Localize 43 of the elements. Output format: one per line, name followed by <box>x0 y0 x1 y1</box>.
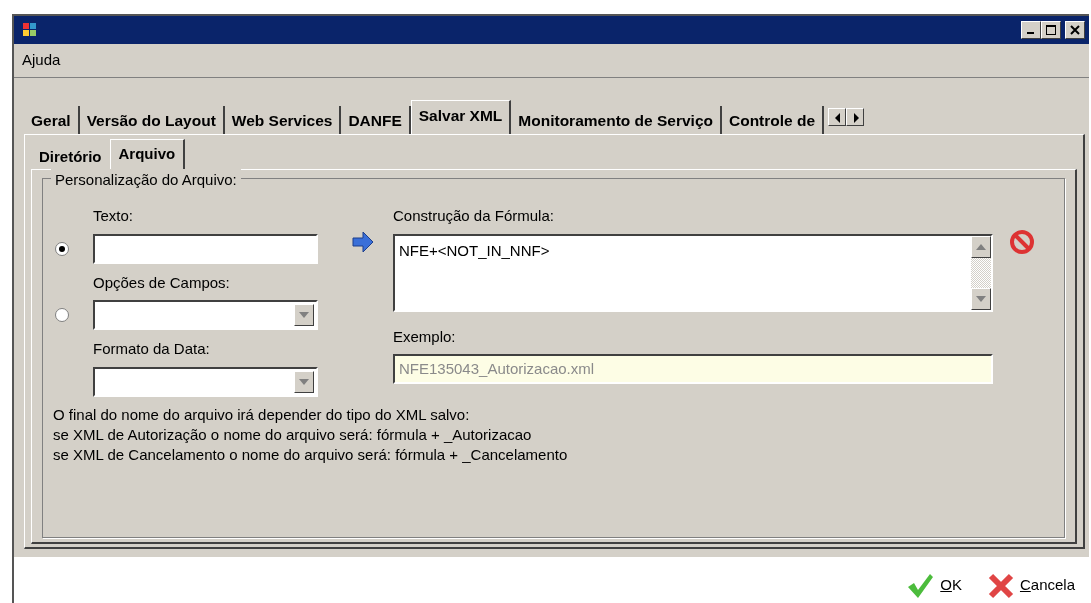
tab[interactable]: Controle de <box>722 106 825 134</box>
close-button[interactable] <box>1065 21 1085 39</box>
text-field[interactable] <box>93 233 318 264</box>
tab[interactable]: Web Services <box>224 106 342 134</box>
note-text: se XML de Autorização o nome do arquivo será: fórmula + _Autorizacao <box>53 424 533 445</box>
dropdown-field[interactable] <box>93 366 318 397</box>
scroll-up-icon <box>976 243 986 250</box>
scroll-down-icon <box>976 295 986 302</box>
menu-item[interactable]: Ajuda <box>22 49 61 72</box>
scroll-right-button[interactable] <box>846 108 865 126</box>
minimize-button[interactable] <box>1021 21 1041 39</box>
app-icon <box>22 22 38 38</box>
dropdown-arrow-icon <box>299 378 309 385</box>
cancel-button[interactable]: Cancela <box>987 572 1075 599</box>
formula-text: NFE+<NOT_IN_NNF> <box>398 240 551 261</box>
radio-button[interactable] <box>55 241 69 256</box>
tab[interactable]: Versão do Layout <box>79 106 225 134</box>
tab[interactable]: Salvar XML <box>410 100 512 134</box>
tab[interactable]: Geral <box>24 106 80 134</box>
check-icon <box>906 572 935 599</box>
tab[interactable]: Monitoramento de Serviço <box>511 106 722 134</box>
right-arrow-icon[interactable] <box>351 231 375 253</box>
maximize-button[interactable] <box>1041 21 1061 39</box>
maximize-icon <box>1046 25 1056 35</box>
ok-button[interactable]: OK <box>906 572 962 599</box>
dropdown-field[interactable] <box>93 300 318 330</box>
delete-icon[interactable] <box>1009 229 1035 255</box>
field-label: Construção da Fórmula: <box>393 206 555 226</box>
field-label: Opções de Campos: <box>93 272 231 293</box>
note-text: se XML de Cancelamento o nome do arquivo será: fórmula + _Cancelamento <box>53 444 569 465</box>
field-label: Formato da Data: <box>93 339 211 359</box>
minimize-icon <box>1027 32 1035 34</box>
scroll-left-button[interactable] <box>828 108 847 126</box>
cross-icon <box>987 572 1014 599</box>
tab[interactable]: Diretório <box>31 144 110 169</box>
note-text: O final do nome do arquivo irá depender do tipo do XML salvo: <box>53 404 471 425</box>
radio-button[interactable] <box>55 308 69 322</box>
scrollbar[interactable] <box>971 235 991 310</box>
dropdown-arrow-icon <box>299 312 309 318</box>
field-label: Exemplo: <box>393 326 457 347</box>
field-label: Texto: <box>93 206 135 226</box>
formula-text-area[interactable]: NFE+<NOT_IN_NNF> <box>393 233 993 312</box>
close-icon <box>1070 25 1080 35</box>
